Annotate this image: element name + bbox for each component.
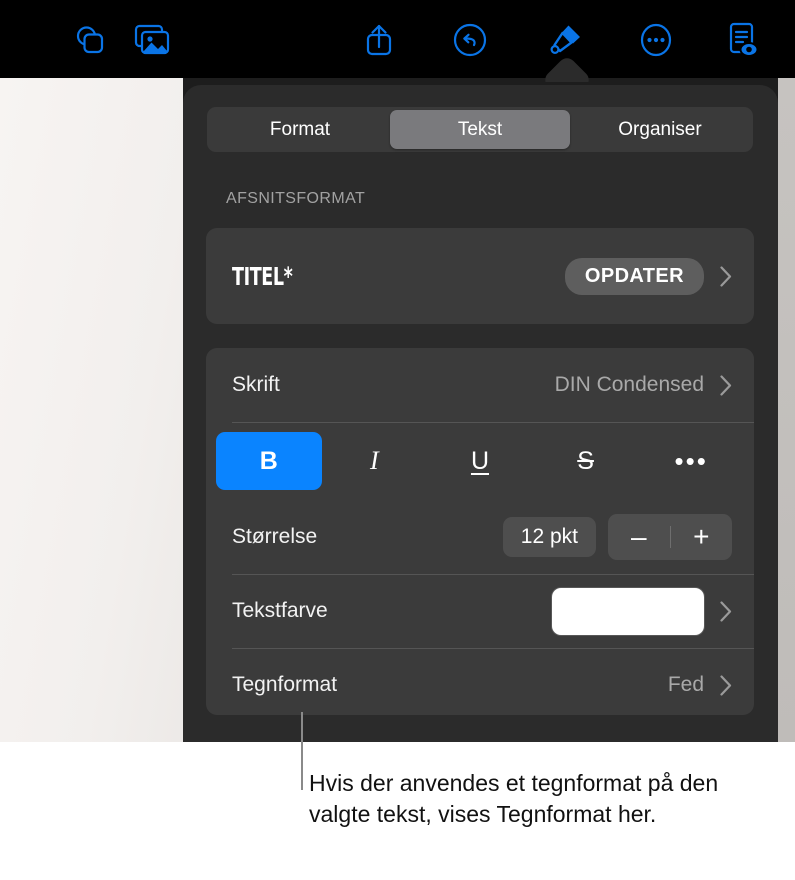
tab-format[interactable]: Format (210, 110, 390, 149)
share-icon[interactable] (351, 14, 407, 66)
size-value[interactable]: 12 pkt (502, 517, 596, 557)
text-style-buttons: B I U S ••• (206, 422, 754, 500)
undo-icon[interactable] (442, 14, 498, 66)
screenshot-root: Format Tekst Organiser AFSNITSFORMAT TIT… (0, 0, 795, 880)
bold-button[interactable]: B (216, 432, 322, 490)
update-style-button[interactable]: OPDATER (564, 257, 704, 295)
more-text-options-button[interactable]: ••• (638, 432, 744, 490)
paragraph-style-card: TITEL* OPDATER (206, 228, 754, 324)
more-icon[interactable] (628, 14, 684, 66)
font-row[interactable]: Skrift DIN Condensed (206, 348, 754, 422)
text-attributes-card: Skrift DIN Condensed B I U S ••• Størrel… (206, 348, 754, 715)
text-color-label: Tekstfarve (232, 599, 328, 622)
character-style-row[interactable]: Tegnformat Fed (206, 648, 754, 715)
section-header-paragraph-style: AFSNITSFORMAT (226, 190, 366, 207)
character-style-label: Tegnformat (232, 673, 338, 696)
app-screenshot: Format Tekst Organiser AFSNITSFORMAT TIT… (0, 0, 795, 742)
size-increase-button[interactable]: + (671, 523, 733, 551)
top-toolbar (0, 0, 795, 78)
size-row: Størrelse 12 pkt – + (206, 500, 754, 574)
callout-leader-line (301, 712, 303, 790)
font-value: DIN Condensed (554, 373, 704, 396)
popover-arrow (545, 58, 589, 82)
chevron-right-icon (720, 374, 732, 396)
caption-text: Hvis der anvendes et tegnformat på den v… (309, 770, 719, 827)
underline-button[interactable]: U (427, 432, 533, 490)
chevron-right-icon (720, 600, 732, 622)
paragraph-style-name: TITEL* (232, 261, 293, 291)
chevron-right-icon (720, 265, 732, 287)
document-view-icon[interactable] (714, 14, 770, 66)
font-label: Skrift (232, 373, 280, 396)
size-decrease-button[interactable]: – (608, 523, 670, 551)
popover-tab-bar: Format Tekst Organiser (207, 107, 753, 152)
caption-area: Hvis der anvendes et tegnformat på den v… (0, 712, 795, 880)
text-color-swatch[interactable] (552, 587, 704, 635)
shapes-icon[interactable] (62, 14, 118, 66)
paragraph-style-row[interactable]: TITEL* OPDATER (206, 228, 754, 324)
strikethrough-button[interactable]: S (533, 432, 639, 490)
media-icon[interactable] (124, 14, 180, 66)
chevron-right-icon (720, 674, 732, 696)
tab-organiser[interactable]: Organiser (570, 110, 750, 149)
size-stepper: – + (608, 514, 732, 560)
size-label: Størrelse (232, 525, 318, 548)
tab-tekst[interactable]: Tekst (390, 110, 570, 149)
text-color-row[interactable]: Tekstfarve (206, 574, 754, 648)
character-style-value: Fed (667, 673, 704, 696)
document-canvas-right-strip (778, 78, 795, 742)
italic-button[interactable]: I (322, 432, 428, 490)
